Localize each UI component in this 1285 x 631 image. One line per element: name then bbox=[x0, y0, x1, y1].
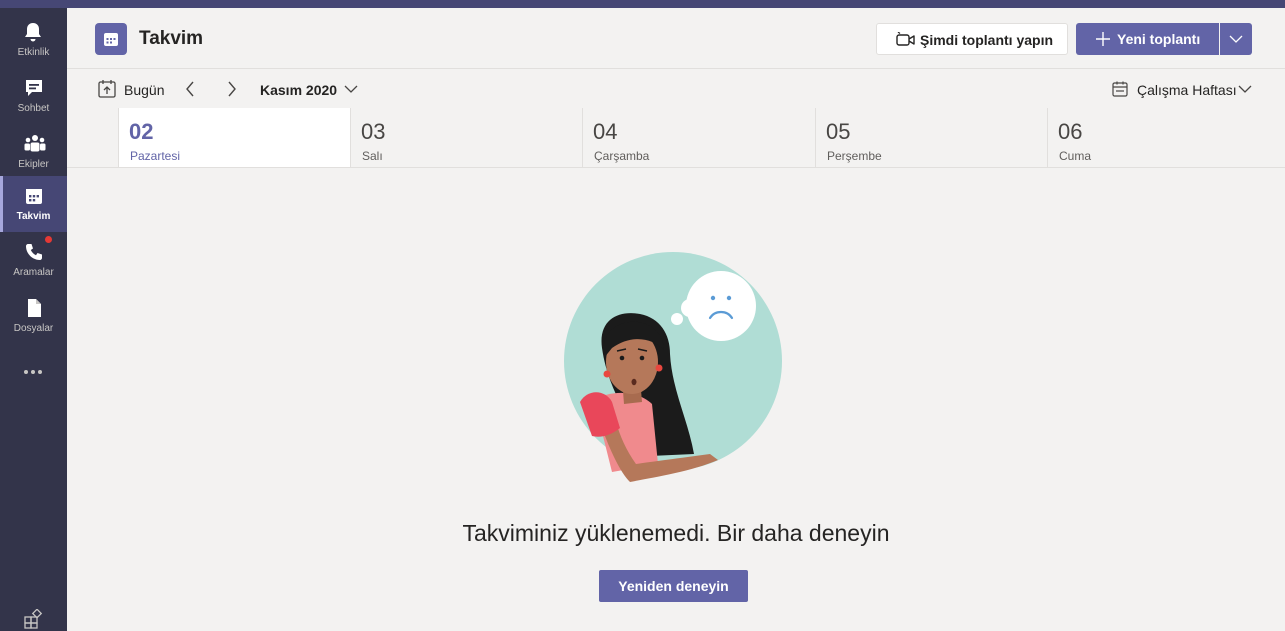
dot-icon bbox=[24, 370, 28, 374]
day-number: 02 bbox=[129, 119, 154, 144]
file-icon bbox=[28, 299, 41, 317]
rail-item-label: Aramalar bbox=[13, 267, 54, 278]
calendar-icon bbox=[26, 189, 42, 204]
plus-icon bbox=[1096, 32, 1110, 46]
sad-person-illustration bbox=[564, 252, 782, 482]
week-day-header: 02 Pazartesi 03 Salı 04 Çarşamba 05 Perş… bbox=[67, 108, 1285, 168]
rail-item-label: Etkinlik bbox=[17, 47, 50, 58]
calendar-header: Takvim Şimdi toplantı yapın Yeni toplant… bbox=[67, 8, 1285, 68]
day-column-wednesday[interactable]: 04 Çarşamba bbox=[582, 108, 814, 167]
calendar-view-icon bbox=[1112, 81, 1128, 97]
apps-button[interactable] bbox=[23, 608, 43, 631]
rail-item-calendar[interactable]: Takvim bbox=[0, 176, 67, 232]
rail-item-activity[interactable]: Etkinlik bbox=[0, 12, 67, 68]
chevron-left-icon bbox=[186, 81, 194, 97]
rail-item-label: Sohbet bbox=[17, 103, 50, 114]
day-number: 03 bbox=[361, 119, 386, 144]
meet-now-label: Şimdi toplantı yapın bbox=[920, 32, 1054, 48]
rail-item-files[interactable]: Dosyalar bbox=[0, 288, 67, 344]
view-label: Çalışma Haftası bbox=[1137, 82, 1237, 98]
day-number: 04 bbox=[593, 119, 618, 144]
new-meeting-dropdown-button[interactable] bbox=[1220, 23, 1252, 55]
teams-icon bbox=[24, 135, 46, 152]
calendar-icon bbox=[104, 33, 118, 46]
rail-item-chat[interactable]: Sohbet bbox=[0, 68, 67, 124]
previous-week-button[interactable] bbox=[185, 81, 195, 102]
day-column-tuesday[interactable]: 03 Salı bbox=[350, 108, 582, 167]
rail-item-teams[interactable]: Ekipler bbox=[0, 124, 67, 180]
day-column-monday[interactable]: 02 Pazartesi bbox=[118, 108, 350, 167]
dot-icon bbox=[38, 370, 42, 374]
today-label: Bugün bbox=[124, 82, 165, 98]
month-label: Kasım 2020 bbox=[260, 82, 338, 98]
view-selector-button[interactable]: Çalışma Haftası bbox=[1112, 79, 1257, 99]
new-meeting-label: Yeni toplantı bbox=[1117, 31, 1201, 47]
day-column-friday[interactable]: 06 Cuma bbox=[1047, 108, 1285, 167]
new-meeting-button[interactable]: Yeni toplantı bbox=[1076, 23, 1219, 55]
day-column-thursday[interactable]: 05 Perşembe bbox=[815, 108, 1047, 167]
meet-now-button[interactable]: Şimdi toplantı yapın bbox=[876, 23, 1068, 55]
chevron-down-icon bbox=[1229, 35, 1243, 43]
day-number: 06 bbox=[1058, 119, 1083, 144]
day-name: Perşembe bbox=[827, 149, 882, 163]
rail-item-calls[interactable]: Aramalar bbox=[0, 232, 67, 288]
chevron-down-icon bbox=[1238, 85, 1252, 93]
rail-item-label: Takvim bbox=[16, 211, 51, 222]
day-name: Çarşamba bbox=[594, 149, 650, 163]
video-camera-icon bbox=[896, 32, 915, 46]
top-bar bbox=[0, 0, 1285, 8]
notification-dot bbox=[45, 236, 52, 243]
calendar-toolbar: Bugün Kasım 2020 Çalışma Haftası bbox=[67, 68, 1285, 108]
day-name: Cuma bbox=[1059, 149, 1092, 163]
error-message: Takviminiz yüklenemedi. Bir daha deneyin bbox=[462, 520, 890, 546]
page-title: Takvim bbox=[139, 28, 204, 49]
retry-button[interactable]: Yeniden deneyin bbox=[599, 570, 748, 602]
next-week-button[interactable] bbox=[227, 81, 237, 102]
dot-icon bbox=[31, 370, 35, 374]
day-name: Salı bbox=[362, 149, 383, 163]
chevron-right-icon bbox=[228, 81, 236, 97]
calendar-today-icon bbox=[98, 80, 116, 98]
rail-item-label: Dosyalar bbox=[13, 323, 54, 334]
chevron-down-icon bbox=[344, 85, 358, 93]
more-apps-button[interactable] bbox=[0, 360, 67, 384]
apps-icon bbox=[24, 608, 43, 629]
day-name: Pazartesi bbox=[130, 149, 181, 163]
calendar-app-icon bbox=[95, 23, 127, 55]
phone-icon bbox=[26, 244, 42, 260]
chat-icon bbox=[26, 80, 42, 96]
bell-icon bbox=[25, 23, 41, 42]
day-number: 05 bbox=[826, 119, 851, 144]
error-illustration bbox=[560, 250, 790, 495]
rail-item-label: Ekipler bbox=[18, 159, 49, 170]
